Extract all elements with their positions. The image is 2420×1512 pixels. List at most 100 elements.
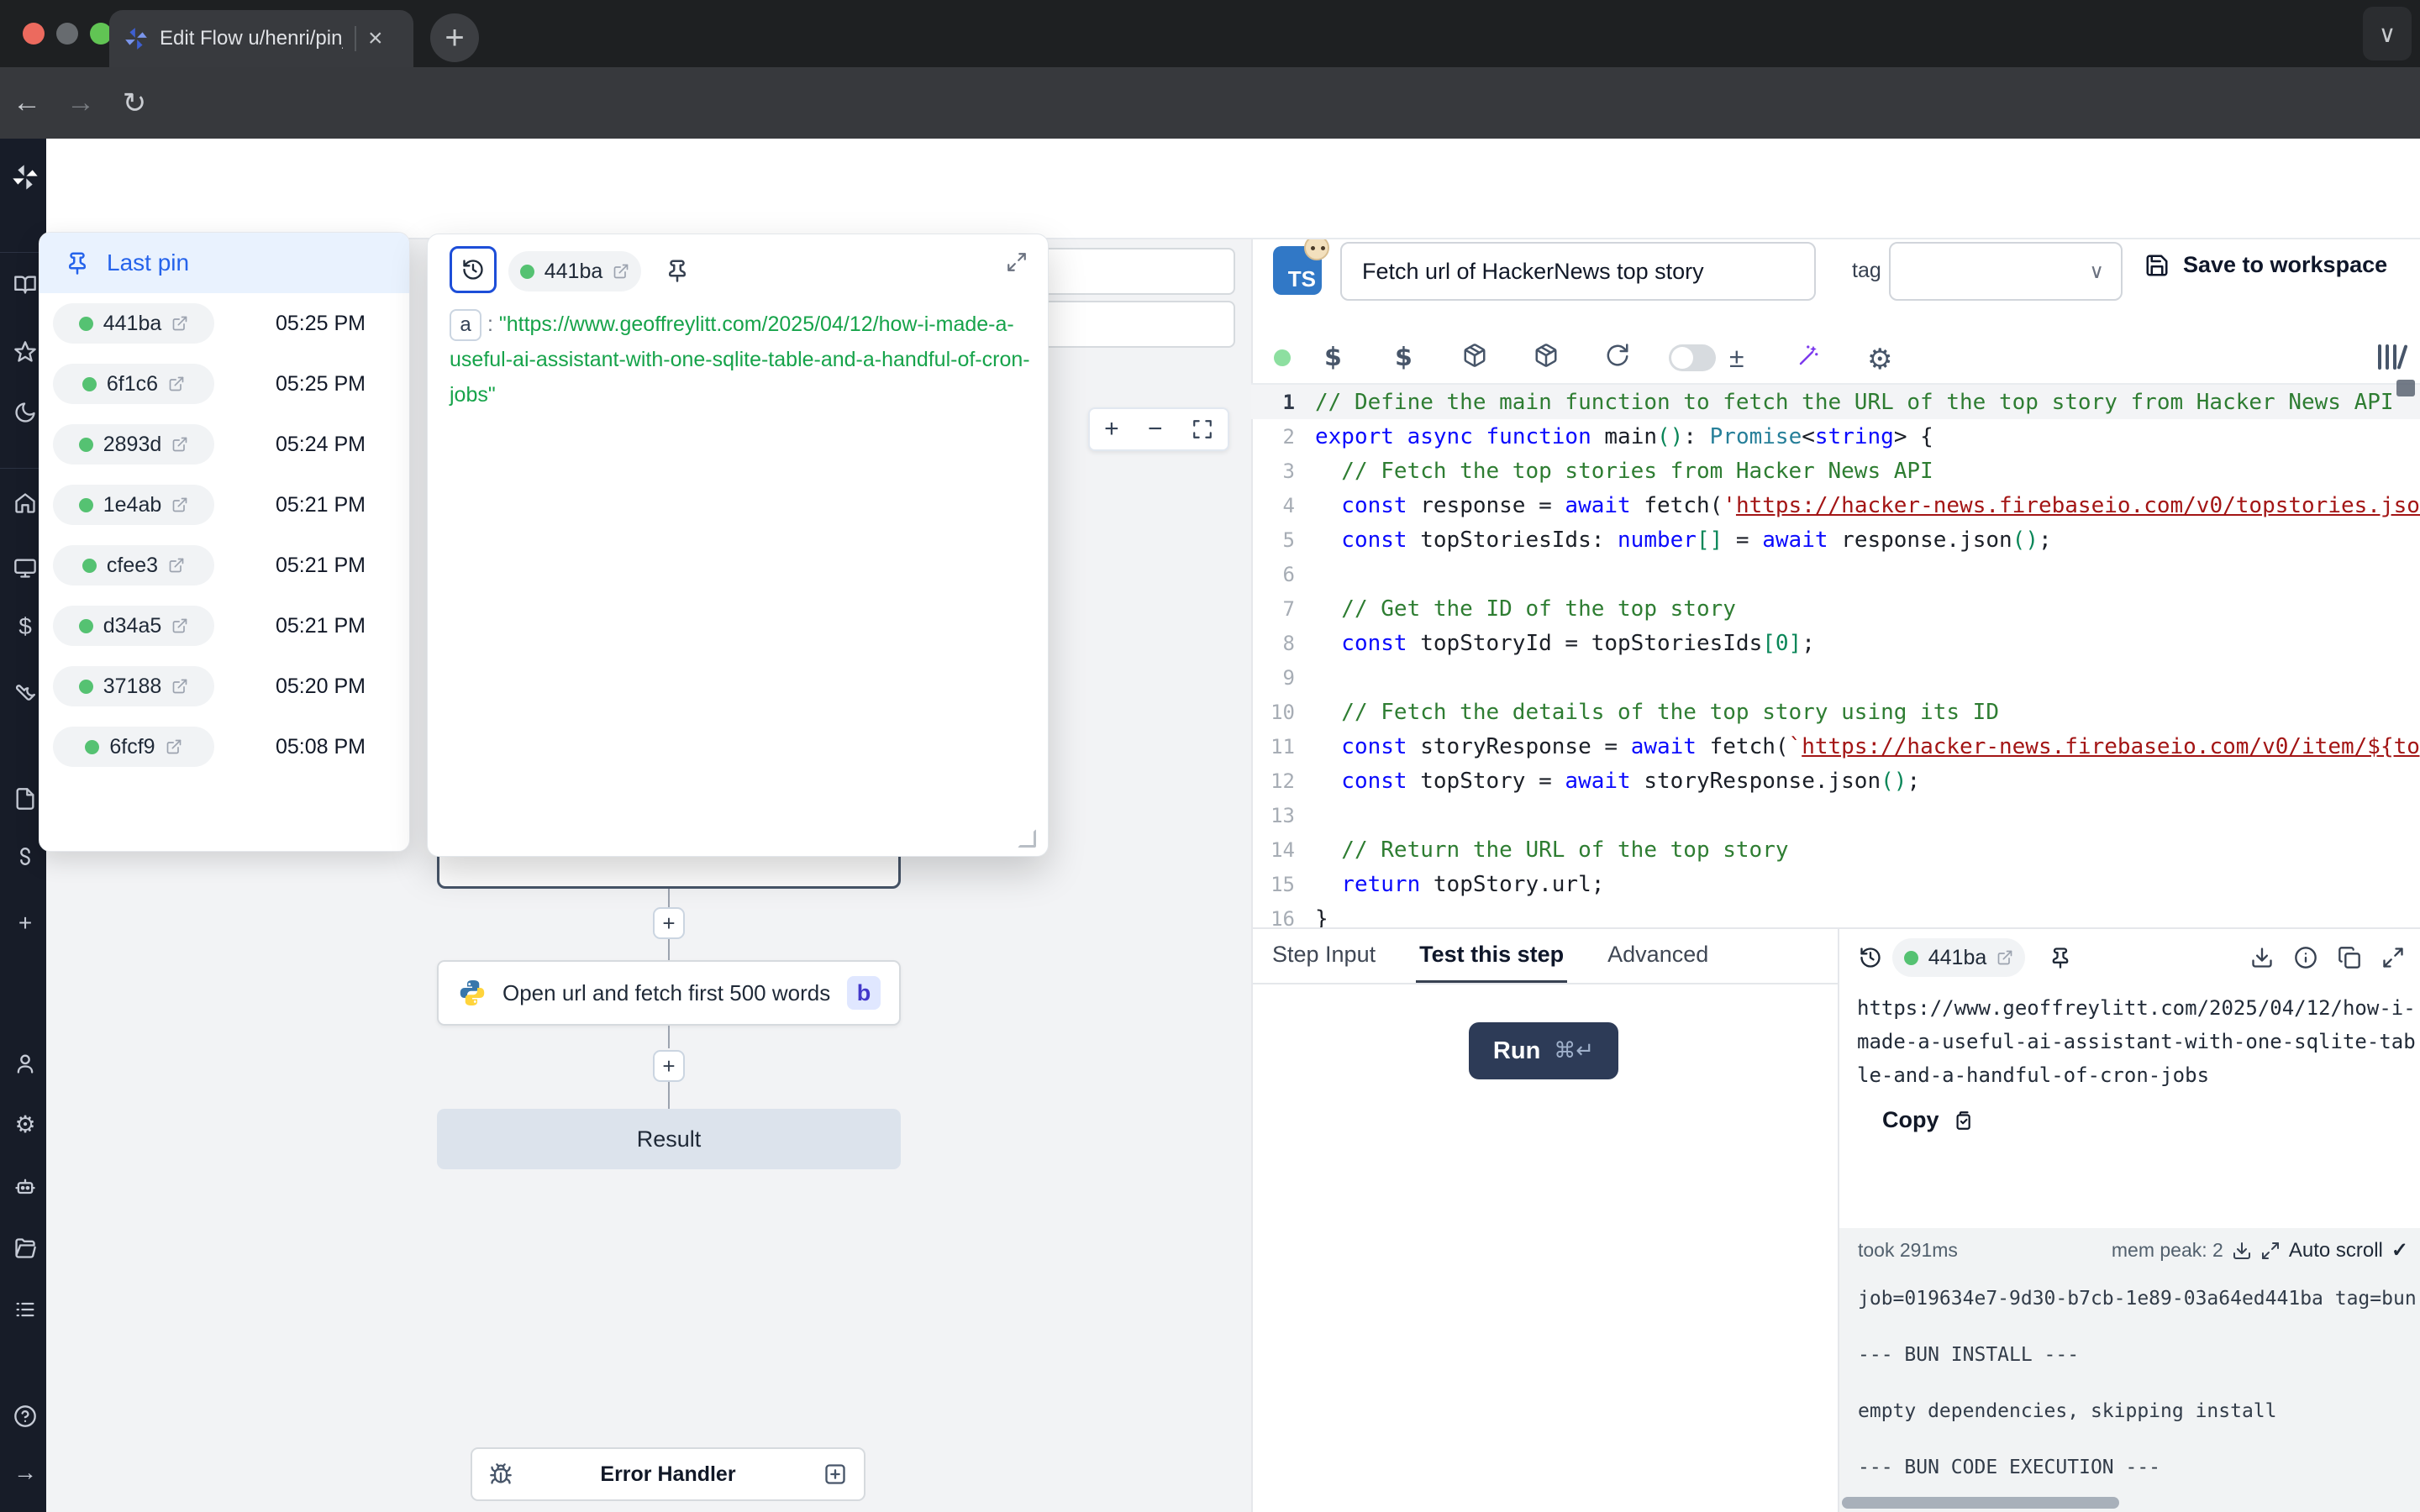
package-icon[interactable] bbox=[1462, 343, 1487, 368]
gear-icon[interactable]: ⚙ bbox=[1867, 343, 1892, 376]
collapse-sidebar-arrow-icon[interactable]: → bbox=[12, 1459, 39, 1486]
cache-dollar-icon[interactable]: $ bbox=[1324, 343, 1342, 372]
tab-step-input[interactable]: Step Input bbox=[1269, 929, 1379, 984]
code-line[interactable]: 9 bbox=[1251, 660, 2420, 695]
pin-id-pill[interactable]: 441ba bbox=[53, 303, 214, 344]
code-line[interactable]: 2export async function main(): Promise<s… bbox=[1251, 419, 2420, 454]
external-link-icon[interactable] bbox=[171, 678, 188, 695]
concurrency-dollar-icon[interactable]: $ bbox=[1395, 343, 1413, 372]
pin-id-pill[interactable]: cfee3 bbox=[53, 545, 214, 585]
code-line[interactable]: 15 return topStory.url; bbox=[1251, 867, 2420, 901]
external-link-icon[interactable] bbox=[168, 375, 185, 392]
insert-step-button[interactable]: + bbox=[653, 1050, 685, 1082]
code-line[interactable]: 12 const topStory = await storyResponse.… bbox=[1251, 764, 2420, 798]
flow-step-node[interactable]: Open url and fetch first 500 words of ..… bbox=[437, 960, 901, 1026]
dollar-icon[interactable]: $ bbox=[12, 613, 39, 640]
pin-list-item[interactable]: 6fcf9 05:08 PM bbox=[39, 717, 409, 777]
result-key-badge[interactable]: a bbox=[450, 309, 481, 341]
result-id-pill[interactable]: 441ba bbox=[1892, 938, 2025, 977]
tab-close-icon[interactable]: × bbox=[368, 26, 383, 51]
forward-icon[interactable]: → bbox=[54, 87, 108, 119]
external-link-icon[interactable] bbox=[166, 738, 182, 755]
pin-list-item[interactable]: 37188 05:20 PM bbox=[39, 656, 409, 717]
checkmark-icon[interactable]: ✓ bbox=[2391, 1238, 2408, 1263]
setting-toggle[interactable] bbox=[1669, 344, 1716, 371]
help-icon[interactable] bbox=[12, 1403, 39, 1430]
code-line[interactable]: 4 const response = await fetch('https://… bbox=[1251, 488, 2420, 522]
external-link-icon[interactable] bbox=[613, 263, 629, 280]
flow-result-node[interactable]: Result bbox=[437, 1109, 901, 1169]
log-panel[interactable]: took 291ms mem peak: 2 Auto scroll ✓ job… bbox=[1839, 1228, 2420, 1512]
pin-list-item[interactable]: 6f1c6 05:25 PM bbox=[39, 354, 409, 414]
info-icon[interactable] bbox=[2294, 946, 2317, 969]
robot-icon[interactable] bbox=[12, 1173, 39, 1200]
external-link-icon[interactable] bbox=[1996, 949, 2013, 966]
copy-button[interactable]: Copy bbox=[1882, 1107, 1973, 1133]
pin-icon[interactable] bbox=[2049, 946, 2072, 969]
code-line[interactable]: 13 bbox=[1251, 798, 2420, 832]
last-pin-header[interactable]: Last pin bbox=[39, 233, 409, 293]
pin-id-pill[interactable]: 6f1c6 bbox=[53, 364, 214, 404]
code-line[interactable]: 16} bbox=[1251, 901, 2420, 927]
windmill-logo[interactable] bbox=[12, 164, 39, 191]
code-line[interactable]: 1// Define the main function to fetch th… bbox=[1251, 385, 2420, 419]
resize-handle[interactable] bbox=[1018, 829, 1036, 848]
auto-scroll-label[interactable]: Auto scroll bbox=[2289, 1239, 2383, 1263]
pin-id-pill[interactable]: 1e4ab bbox=[53, 485, 214, 525]
code-line[interactable]: 3 // Fetch the top stories from Hacker N… bbox=[1251, 454, 2420, 488]
folder-icon[interactable] bbox=[12, 1235, 39, 1262]
pin-id-pill[interactable]: d34a5 bbox=[53, 606, 214, 646]
step-title-input[interactable] bbox=[1340, 242, 1816, 301]
pin-icon[interactable] bbox=[665, 258, 690, 283]
code-editor[interactable]: 1// Define the main function to fetch th… bbox=[1251, 385, 2420, 927]
chevron-down-icon[interactable]: ∨ bbox=[2363, 7, 2412, 60]
tab-test-this-step[interactable]: Test this step bbox=[1416, 929, 1567, 984]
pin-id-pill[interactable]: 37188 bbox=[53, 666, 214, 706]
home-icon[interactable] bbox=[12, 490, 39, 517]
code-line[interactable]: 8 const topStoryId = topStoriesIds[0]; bbox=[1251, 626, 2420, 660]
pin-list-item[interactable]: cfee3 05:21 PM bbox=[39, 535, 409, 596]
zoom-in-icon[interactable]: + bbox=[1104, 415, 1119, 444]
tab-advanced[interactable]: Advanced bbox=[1604, 929, 1712, 984]
external-link-icon[interactable] bbox=[171, 315, 188, 332]
pin-list-item[interactable]: d34a5 05:21 PM bbox=[39, 596, 409, 656]
refresh-icon[interactable] bbox=[1605, 343, 1630, 368]
insert-step-button[interactable]: + bbox=[653, 907, 685, 939]
code-line[interactable]: 7 // Get the ID of the top story bbox=[1251, 591, 2420, 626]
horizontal-scrollbar-thumb[interactable] bbox=[1842, 1497, 2119, 1509]
pin-list-item[interactable]: 2893d 05:24 PM bbox=[39, 414, 409, 475]
code-line[interactable]: 10 // Fetch the details of the top story… bbox=[1251, 695, 2420, 729]
run-button[interactable]: Run ⌘↵ bbox=[1469, 1022, 1618, 1079]
book-icon[interactable] bbox=[12, 271, 39, 298]
save-to-workspace-button[interactable]: Save to workspace bbox=[2144, 252, 2387, 278]
browser-tab[interactable]: Edit Flow u/henri/pin_results × bbox=[109, 10, 413, 67]
download-icon[interactable] bbox=[2250, 946, 2274, 969]
external-link-icon[interactable] bbox=[171, 436, 188, 453]
zoom-out-icon[interactable]: − bbox=[1148, 415, 1163, 444]
code-line[interactable]: 6 bbox=[1251, 557, 2420, 591]
new-tab-button[interactable]: + bbox=[430, 13, 479, 62]
user-icon[interactable] bbox=[12, 1050, 39, 1077]
close-window-traffic-light[interactable] bbox=[23, 23, 45, 45]
code-line[interactable]: 5 const topStoriesIds: number[] = await … bbox=[1251, 522, 2420, 557]
minimize-window-traffic-light[interactable] bbox=[56, 23, 78, 45]
package-icon[interactable] bbox=[1534, 343, 1559, 368]
history-icon[interactable] bbox=[1859, 946, 1882, 969]
fit-view-icon[interactable] bbox=[1192, 418, 1213, 440]
fullscreen-icon[interactable] bbox=[2381, 946, 2405, 969]
moon-icon[interactable] bbox=[12, 399, 39, 426]
gear-icon[interactable]: ⚙ bbox=[12, 1110, 39, 1137]
hook-icon[interactable] bbox=[12, 846, 39, 873]
clipboard-icon[interactable] bbox=[2338, 946, 2361, 969]
reload-icon[interactable]: ↻ bbox=[108, 87, 161, 120]
add-plus-icon[interactable] bbox=[823, 1462, 847, 1486]
pin-list-item[interactable]: 1e4ab 05:21 PM bbox=[39, 475, 409, 535]
code-line[interactable]: 11 const storyResponse = await fetch(`ht… bbox=[1251, 729, 2420, 764]
pin-id-pill[interactable]: 441ba bbox=[508, 251, 641, 291]
back-icon[interactable]: ← bbox=[0, 87, 54, 119]
list-icon[interactable] bbox=[12, 1296, 39, 1323]
pin-id-pill[interactable]: 2893d bbox=[53, 424, 214, 465]
tag-select[interactable]: ∨ bbox=[1889, 242, 2123, 301]
plus-minus-icon[interactable]: ± bbox=[1729, 343, 1744, 374]
plus-icon[interactable]: + bbox=[12, 910, 39, 937]
